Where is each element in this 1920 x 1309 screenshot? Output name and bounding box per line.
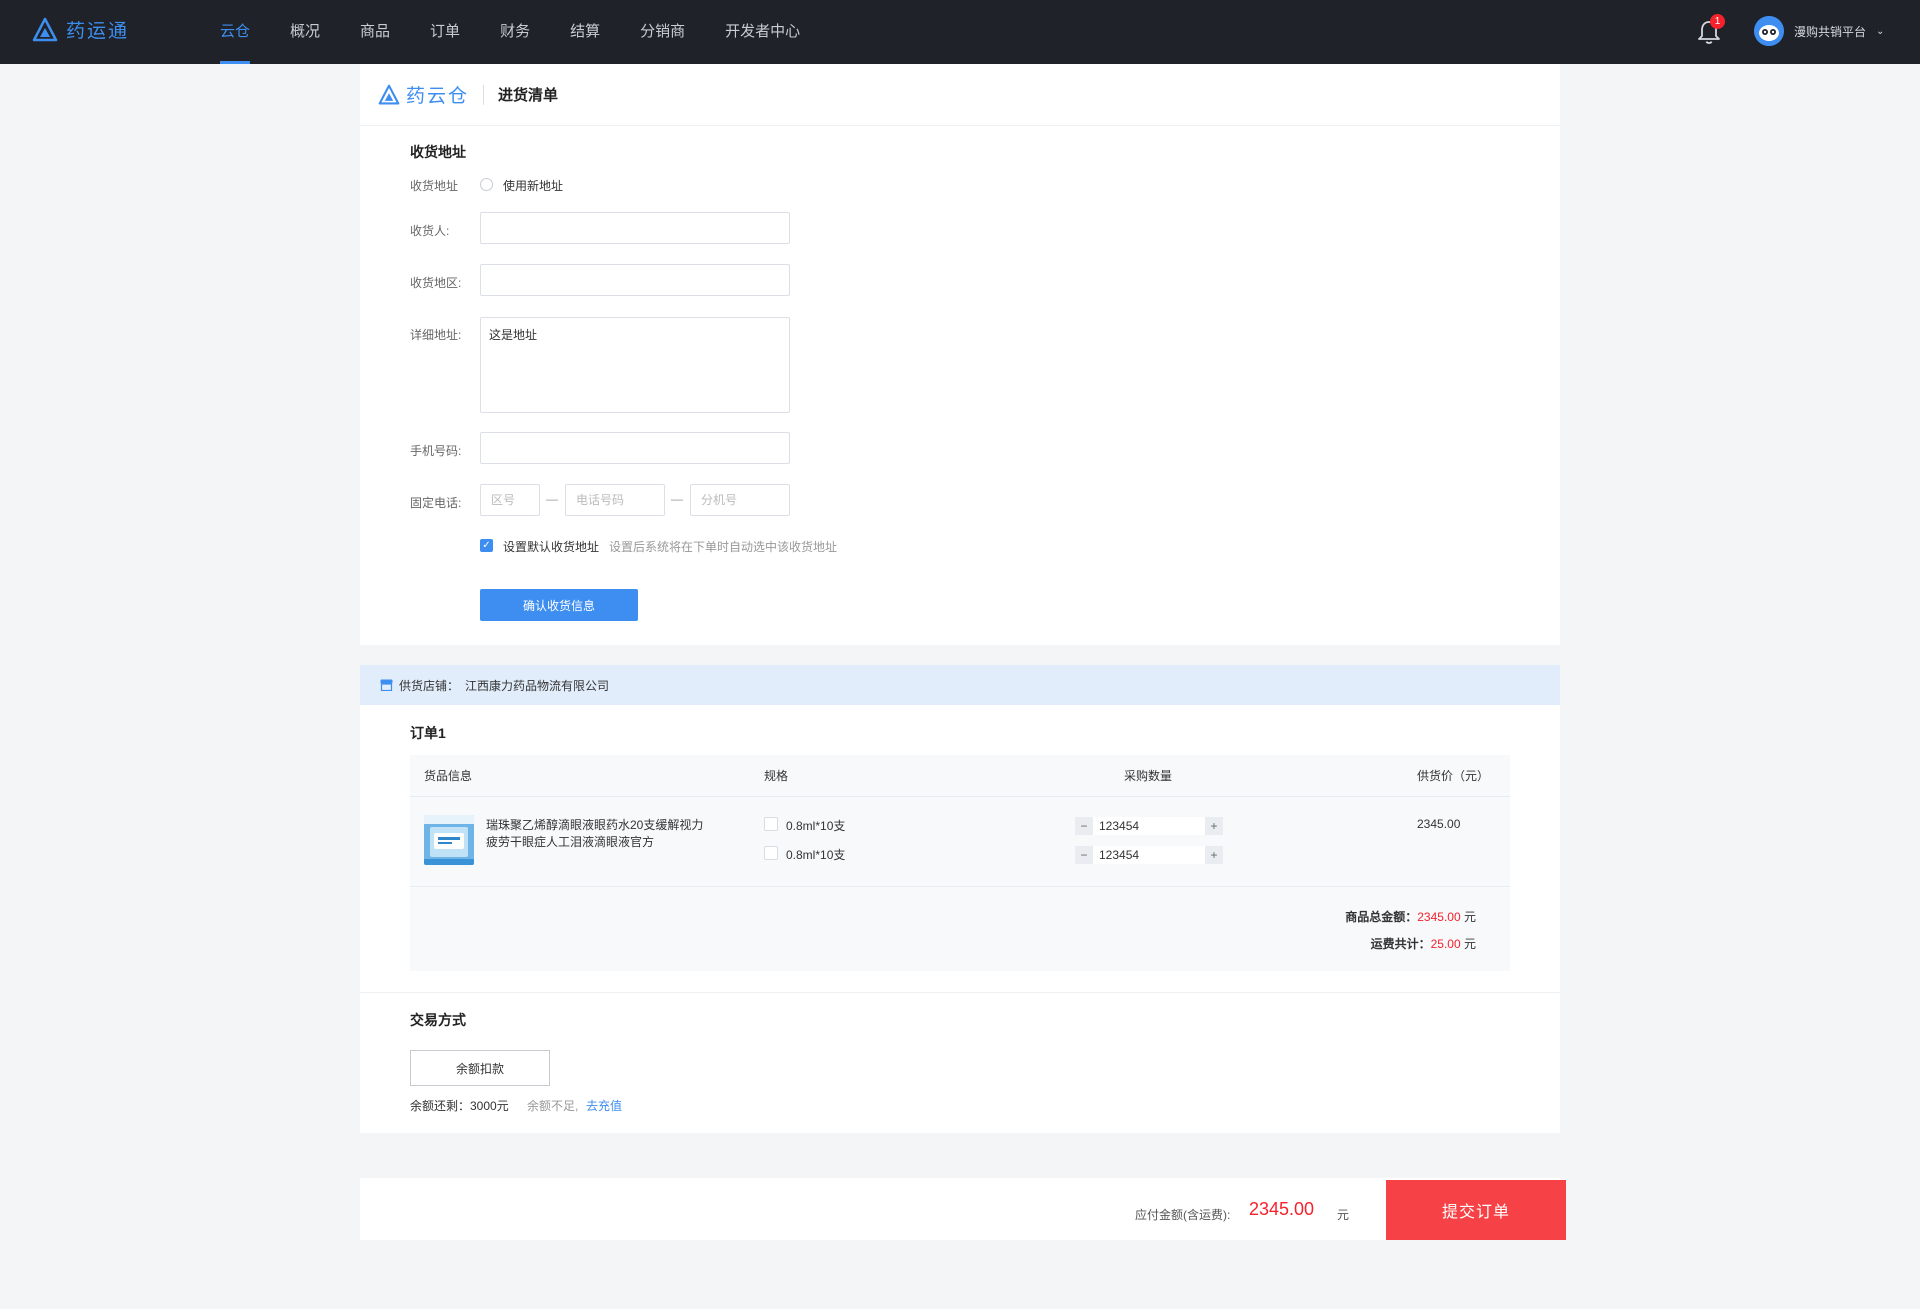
currency-unit: 元: [1463, 910, 1476, 924]
payable-label: 应付金额(含运费):: [1135, 1208, 1231, 1222]
nav-item-developer-center[interactable]: 开发者中心: [705, 0, 820, 64]
store-name[interactable]: 江西康力药品物流有限公司: [465, 677, 609, 694]
confirm-address-button[interactable]: 确认收货信息: [480, 589, 638, 621]
store-label: 供货店铺：: [399, 678, 460, 693]
landline-label: 固定电话:: [410, 496, 462, 510]
spec-checkbox[interactable]: [764, 846, 778, 860]
order-title: 订单1: [410, 725, 446, 741]
region-input[interactable]: [480, 264, 790, 296]
order-table: 货品信息 规格 采购数量 供货价（元） 瑞珠聚乙烯醇滴眼液眼药水20支缓解视力疲…: [410, 755, 1510, 971]
nav-item-finance[interactable]: 财务: [480, 0, 550, 64]
supply-price: 2345.00: [1417, 817, 1461, 831]
main-nav: 云仓 概况 商品 订单 财务 结算 分销商 开发者中心: [200, 0, 820, 64]
receiver-input[interactable]: [480, 212, 790, 244]
logo-icon: [378, 84, 400, 105]
column-spec: 规格: [764, 769, 789, 783]
quantity-input[interactable]: 123454: [1093, 846, 1205, 864]
section-divider: [360, 992, 1560, 993]
page-title: 进货清单: [498, 87, 559, 104]
sub-brand-name: 药云仓: [406, 86, 470, 107]
column-quantity: 采购数量: [1124, 769, 1173, 783]
logo-icon: [32, 17, 58, 41]
spec-label: 0.8ml*10支: [786, 848, 846, 862]
nav-item-products[interactable]: 商品: [340, 0, 410, 64]
table-header: 货品信息 规格 采购数量 供货价（元）: [410, 755, 1510, 797]
area-code-input[interactable]: [480, 484, 540, 516]
submit-order-button[interactable]: 提交订单: [1386, 1180, 1566, 1240]
new-address-radio[interactable]: [480, 178, 493, 191]
mobile-input[interactable]: [480, 432, 790, 464]
goods-total-label: 商品总金额：: [1345, 910, 1418, 924]
goods-total-value: 2345.00: [1417, 910, 1461, 924]
nav-item-overview[interactable]: 概况: [270, 0, 340, 64]
store-icon: [380, 679, 393, 691]
sub-brand-logo: 药云仓: [378, 81, 469, 108]
column-product-info: 货品信息: [424, 769, 473, 783]
user-menu[interactable]: 漫购共销平台 ⌄: [1754, 16, 1884, 46]
payable-currency: 元: [1337, 1208, 1350, 1222]
recharge-link[interactable]: 去充值: [586, 1097, 622, 1114]
plus-icon[interactable]: +: [1205, 817, 1223, 835]
quantity-stepper: − 123454 +: [1075, 846, 1223, 864]
spec-label: 0.8ml*10支: [786, 819, 846, 833]
freight-value: 25.00: [1430, 937, 1461, 951]
default-address-label[interactable]: 设置默认收货地址: [503, 538, 599, 555]
goods-total: 商品总金额：2345.00 元: [1345, 908, 1476, 925]
product-thumbnail[interactable]: [424, 815, 474, 865]
page-header: 药云仓 进货清单: [360, 64, 1560, 126]
chevron-down-icon: ⌄: [1876, 25, 1885, 37]
quantity-stepper: − 123454 +: [1075, 817, 1223, 835]
currency-unit: 元: [1463, 937, 1476, 951]
balance-payment-button[interactable]: 余额扣款: [410, 1050, 550, 1086]
balance-value: 3000元: [470, 1099, 509, 1113]
default-address-checkbox[interactable]: ✓: [480, 539, 493, 552]
payable-amount: 2345.00: [1249, 1199, 1315, 1219]
phone-separator: —: [671, 492, 683, 506]
address-label: 收货地址: [410, 179, 459, 193]
new-address-label[interactable]: 使用新地址: [503, 177, 563, 194]
default-address-hint: 设置后系统将在下单时自动选中该收货地址: [609, 540, 838, 554]
spec-checkbox[interactable]: [764, 817, 778, 831]
detail-address-input[interactable]: 这是地址: [480, 317, 790, 413]
checkout-bar: 应付金额(含运费): 2345.00 元 提交订单: [360, 1178, 1566, 1240]
column-price: 供货价（元）: [1417, 769, 1490, 783]
table-row: 瑞珠聚乙烯醇滴眼液眼药水20支缓解视力疲劳干眼症人工泪液滴眼液官方 0.8ml*…: [410, 797, 1510, 887]
freight-label: 运费共计：: [1370, 937, 1431, 951]
insufficient-balance-text: 余额不足,: [527, 1099, 579, 1113]
user-name: 漫购共销平台: [1794, 24, 1867, 39]
balance-label: 余额还剩：: [410, 1099, 471, 1113]
region-label: 收货地区:: [410, 276, 462, 290]
address-panel: 药云仓 进货清单 收货地址 收货地址 使用新地址 收货人: 收货地区: 详细地址…: [360, 64, 1560, 645]
receiver-label: 收货人:: [410, 224, 450, 238]
nav-item-cloud-warehouse[interactable]: 云仓: [200, 0, 270, 64]
header-divider: [483, 84, 485, 105]
minus-icon[interactable]: −: [1075, 846, 1093, 864]
payment-section-title: 交易方式: [410, 1012, 466, 1028]
address-section-title: 收货地址: [410, 144, 466, 160]
mobile-label: 手机号码:: [410, 444, 462, 458]
detail-address-label: 详细地址:: [410, 328, 462, 342]
avatar: [1754, 16, 1784, 46]
phone-separator: —: [546, 492, 558, 506]
minus-icon[interactable]: −: [1075, 817, 1093, 835]
store-bar: 供货店铺： 江西康力药品物流有限公司: [360, 665, 1560, 705]
brand-logo[interactable]: 药运通: [32, 16, 129, 43]
nav-item-settlement[interactable]: 结算: [550, 0, 620, 64]
extension-input[interactable]: [690, 484, 790, 516]
order-panel: 供货店铺： 江西康力药品物流有限公司 订单1 货品信息 规格 采购数量 供货价（…: [360, 665, 1560, 1133]
plus-icon[interactable]: +: [1205, 846, 1223, 864]
product-name[interactable]: 瑞珠聚乙烯醇滴眼液眼药水20支缓解视力疲劳干眼症人工泪液滴眼液官方: [486, 817, 706, 851]
notification-badge: 1: [1710, 14, 1725, 29]
nav-item-distributors[interactable]: 分销商: [620, 0, 705, 64]
brand-name: 药运通: [66, 21, 130, 42]
quantity-input[interactable]: 123454: [1093, 817, 1205, 835]
nav-item-orders[interactable]: 订单: [410, 0, 480, 64]
freight-total: 运费共计：25.00 元: [1371, 935, 1476, 952]
phone-number-input[interactable]: [565, 484, 665, 516]
top-navbar: 药运通 云仓 概况 商品 订单 财务 结算 分销商 开发者中心 1 漫购共销平台…: [0, 0, 1920, 64]
